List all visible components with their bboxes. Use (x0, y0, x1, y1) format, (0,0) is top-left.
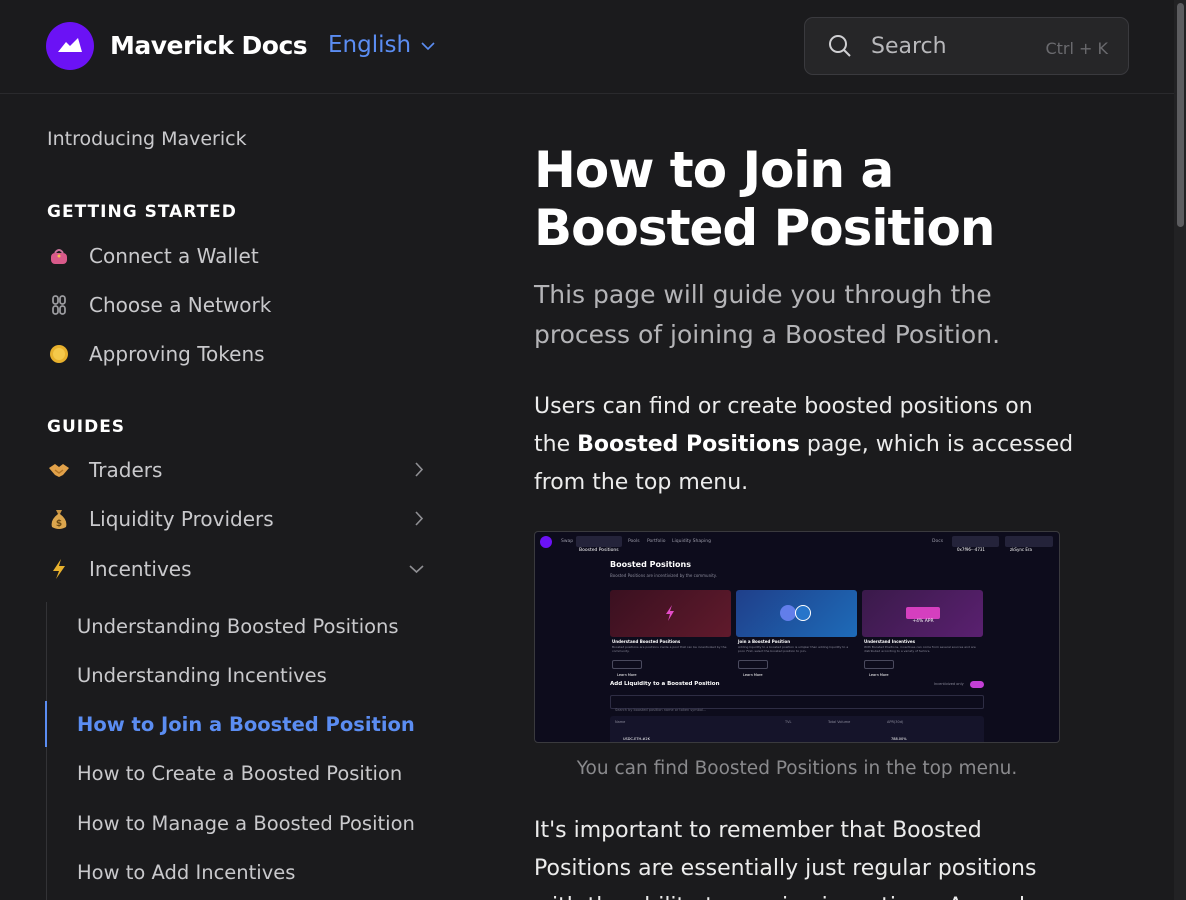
mini-address-label: 0x7f96···4731 (957, 547, 985, 552)
mini-card-2-cta: Learn More (738, 660, 768, 677)
boosted-positions-screenshot: Swap Boosted Positions Pools Portfolio L… (534, 531, 1060, 743)
mini-card-1-cta-label: Learn More (617, 673, 637, 677)
sidebar-item-label: Incentives (89, 557, 192, 581)
language-selector[interactable]: English (328, 32, 435, 58)
mini-th-volume: Total Volume (828, 720, 851, 724)
scrollbar-thumb[interactable] (1177, 3, 1184, 227)
chevron-right-icon (415, 511, 424, 526)
mini-card-3-cta: Learn More (864, 660, 894, 677)
mini-eth-icon (780, 605, 796, 621)
mini-toggle (970, 681, 984, 688)
language-label: English (328, 32, 412, 58)
sidebar-item-understanding-boosted-positions[interactable]: Understanding Boosted Positions (77, 615, 399, 638)
mini-nav-liquidity-shaping: Liquidity Shaping (672, 539, 711, 544)
section-guides: GUIDES (47, 417, 126, 437)
mini-row-name: USDC-ETH-#2K (623, 737, 650, 741)
brand-title[interactable]: Maverick Docs (110, 31, 308, 60)
mini-card-2-desc: Adding liquidity to a boosted position i… (738, 645, 849, 653)
search-icon (829, 35, 851, 57)
mini-th-name: Name (615, 720, 626, 724)
sidebar-item-approving-tokens[interactable]: Approving Tokens (47, 338, 430, 370)
sidebar-item-how-to-add-incentives[interactable]: How to Add Incentives (77, 861, 295, 884)
money-bag-icon: $ (47, 507, 71, 531)
mini-logo (540, 536, 552, 548)
chain-icon (47, 293, 71, 317)
mini-th-tvl: TVL (785, 720, 792, 724)
coin-icon (47, 342, 71, 366)
page-scrollbar[interactable] (1174, 0, 1186, 900)
mini-network-label: zkSync Era (1010, 547, 1032, 552)
submenu-guide-line (46, 602, 47, 900)
sidebar-item-label: Choose a Network (89, 293, 272, 317)
sidebar-item-how-to-join-boosted-position[interactable]: How to Join a Boosted Position (77, 713, 415, 736)
mini-apr-badge: +4% APR (906, 607, 940, 624)
mini-search-placeholder: Search by boosted position name or token… (615, 708, 707, 712)
lightning-icon (47, 557, 71, 581)
chevron-down-icon (421, 42, 435, 51)
mini-heading: Boosted Positions (610, 560, 691, 569)
sidebar-item-understanding-incentives[interactable]: Understanding Incentives (77, 664, 327, 687)
mini-apr-badge-label: +4% APR (912, 619, 934, 624)
sidebar: Introducing Maverick GETTING STARTED Con… (0, 95, 440, 900)
mini-usdc-icon (795, 605, 811, 621)
mini-card-1-desc: Boosted positions are positions inside a… (612, 645, 727, 653)
page-title: How to Join a Boosted Position (534, 141, 995, 257)
mini-card-3-desc: With Boosted Positions, incentives can c… (864, 645, 976, 653)
section-getting-started: GETTING STARTED (47, 202, 237, 222)
mini-th-apr: APR(30d) (887, 720, 904, 724)
mini-row-apr: 788.00% (891, 737, 907, 741)
boosted-positions-bold: Boosted Positions (577, 432, 800, 457)
mini-table (610, 716, 984, 742)
search-shortcut: Ctrl + K (1045, 39, 1108, 58)
mini-card-3-cta-label: Learn More (869, 673, 889, 677)
handshake-icon (47, 458, 71, 482)
mini-card-1-title: Understand Boosted Positions (612, 639, 681, 644)
chevron-right-icon (415, 462, 424, 477)
mini-card-2-cta-label: Learn More (743, 673, 763, 677)
mini-card-1-cta: Learn More (612, 660, 642, 677)
maverick-logo[interactable] (46, 22, 94, 70)
mini-lightning-icon (666, 605, 674, 621)
mini-add-liquidity-heading: Add Liquidity to a Boosted Position (610, 681, 720, 687)
mini-nav-boosted-label: Boosted Positions (579, 548, 619, 553)
screenshot-caption: You can find Boosted Positions in the to… (576, 758, 1018, 779)
mini-network: zkSync Era (1005, 536, 1053, 552)
mini-address: 0x7f96···4731 (952, 536, 999, 552)
mini-incentivized-only: Incentivized only (934, 682, 964, 686)
sidebar-item-choose-network[interactable]: Choose a Network (47, 289, 430, 321)
search-placeholder: Search (871, 34, 947, 59)
page-subtitle: This page will guide you through the pro… (534, 280, 1001, 349)
sidebar-item-how-to-create-boosted-position[interactable]: How to Create a Boosted Position (77, 762, 402, 785)
mini-card-2-title: Join a Boosted Position (738, 639, 791, 644)
mini-nav-swap: Swap (561, 539, 574, 544)
paragraph-intro: Users can find or create boosted positio… (534, 388, 1074, 502)
mini-subheading: Boosted Positions are incentivized by th… (610, 573, 717, 578)
sidebar-item-incentives[interactable]: Incentives (47, 553, 430, 585)
main-content: How to Join a Boosted Position This page… (534, 95, 1134, 900)
paragraph-boosted-explanation: It's important to remember that Boosted … (534, 818, 1040, 900)
mini-search-field: Search by boosted position name or token… (610, 695, 984, 712)
top-navbar: Maverick Docs English Search Ctrl + K (0, 0, 1174, 94)
sidebar-item-how-to-manage-boosted-position[interactable]: How to Manage a Boosted Position (77, 812, 415, 835)
mini-nav-boosted: Boosted Positions (576, 536, 622, 553)
sidebar-item-introducing-maverick[interactable]: Introducing Maverick (47, 128, 247, 150)
active-item-indicator (45, 701, 47, 747)
mini-nav-pools: Pools (628, 539, 640, 544)
sidebar-item-label: Traders (89, 458, 163, 482)
mini-docs: Docs (932, 539, 944, 544)
sidebar-item-liquidity-providers[interactable]: $ Liquidity Providers (47, 503, 430, 535)
sidebar-item-label: Liquidity Providers (89, 507, 274, 531)
purse-icon (47, 244, 71, 268)
sidebar-item-traders[interactable]: Traders (47, 454, 430, 486)
sidebar-item-label: Connect a Wallet (89, 244, 259, 268)
sidebar-item-label: Approving Tokens (89, 342, 265, 366)
chevron-down-icon (409, 565, 424, 574)
search-button[interactable]: Search Ctrl + K (804, 17, 1129, 75)
mini-nav-portfolio: Portfolio (647, 539, 666, 544)
svg-text:$: $ (56, 519, 62, 529)
mini-card-3-title: Understand Incentives (864, 639, 915, 644)
sidebar-item-connect-wallet[interactable]: Connect a Wallet (47, 240, 430, 272)
